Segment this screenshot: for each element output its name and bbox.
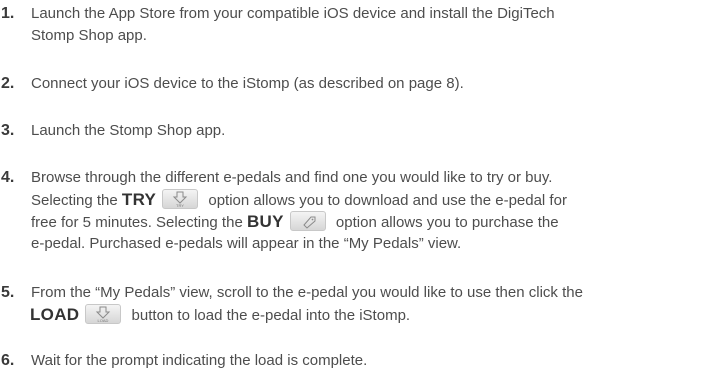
step-text-fragment: free for 5 minutes. Selecting the xyxy=(31,214,243,231)
step-text: Browse through the different e-pedals an… xyxy=(31,167,724,255)
try-icon-label: TRY xyxy=(176,203,184,208)
step-line: free for 5 minutes. Selecting the BUY op… xyxy=(31,211,724,233)
step-line: LOAD LOAD button to load the e-pedal int… xyxy=(30,304,724,326)
step-number: 1. xyxy=(1,5,15,22)
step-line: Launch the App Store from your compatibl… xyxy=(31,5,555,22)
step-text: Launch the App Store from your compatibl… xyxy=(31,3,724,47)
buy-tag-icon xyxy=(289,211,326,232)
load-keyword: LOAD xyxy=(30,305,80,324)
buy-keyword: BUY xyxy=(246,212,284,231)
step-line: Wait for the prompt indicating the load … xyxy=(31,352,368,369)
step-number: 2. xyxy=(1,75,15,92)
step-line: Stomp Shop app. xyxy=(31,27,147,44)
step-line: Selecting the TRY TRY option allows you … xyxy=(31,189,724,211)
step-number: 6. xyxy=(1,352,15,369)
step-line: Connect your iOS device to the iStomp (a… xyxy=(31,75,464,92)
step-text-fragment: Selecting the xyxy=(31,192,118,209)
step-text: From the “My Pedals” view, scroll to the… xyxy=(30,282,724,326)
step-number: 3. xyxy=(1,122,15,139)
step-line: e-pedal. Purchased e-pedals will appear … xyxy=(31,235,462,252)
step-text-fragment: option allows you to purchase the xyxy=(335,214,559,231)
step-number: 4. xyxy=(1,169,15,186)
load-download-icon: LOAD xyxy=(85,304,122,325)
step-text: Wait for the prompt indicating the load … xyxy=(31,350,724,372)
step-text: Connect your iOS device to the iStomp (a… xyxy=(31,73,724,95)
instruction-page: 1. Launch the App Store from your compat… xyxy=(0,0,726,373)
load-icon-label: LOAD xyxy=(98,318,109,323)
step-text-fragment: button to load the e-pedal into the iSto… xyxy=(131,307,411,324)
try-keyword: TRY xyxy=(121,190,157,209)
step-line: Browse through the different e-pedals an… xyxy=(31,169,553,186)
step-text-fragment: option allows you to download and use th… xyxy=(208,192,567,209)
step-line: Launch the Stomp Shop app. xyxy=(31,122,226,139)
try-download-icon: TRY xyxy=(162,189,199,210)
step-number: 5. xyxy=(1,284,15,301)
step-line: From the “My Pedals” view, scroll to the… xyxy=(31,284,583,301)
step-text: Launch the Stomp Shop app. xyxy=(31,120,724,142)
